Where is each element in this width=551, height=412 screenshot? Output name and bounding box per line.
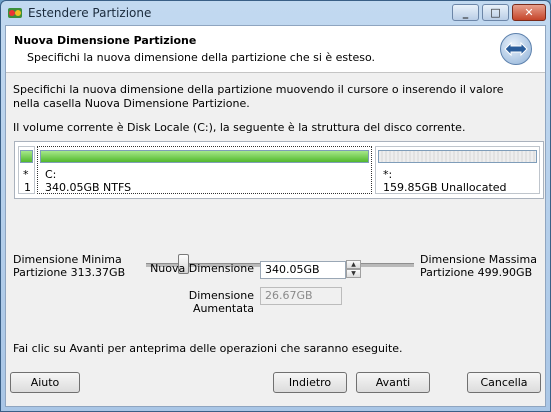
back-button[interactable]: Indietro (273, 372, 347, 393)
max-size-title: Dimensione Massima (420, 253, 537, 266)
new-size-label: Nuova Dimensione (150, 262, 254, 275)
close-icon: ✕ (524, 6, 534, 19)
partition-used-fill (41, 151, 368, 162)
min-size-value: Partizione 313.37GB (13, 266, 126, 279)
window-title: Estendere Partizione (28, 6, 152, 20)
partition-name: *: (383, 168, 393, 181)
partition-info: 340.05GB NTFS (45, 181, 132, 194)
minimize-icon: _ (462, 6, 469, 19)
page-title: Nuova Dimensione Partizione (14, 34, 197, 47)
partition-unallocated[interactable]: *: 159.85GB Unallocated (375, 146, 540, 194)
help-button[interactable]: Aiuto (10, 372, 80, 393)
increased-size-label: Dimensione Aumentata (188, 289, 254, 315)
partition-bar (20, 150, 33, 163)
partition-info: 1 (24, 181, 31, 194)
disk-map: * 1 C: 340.05GB NTFS *: 159.85GB Unalloc… (14, 141, 544, 199)
maximize-button[interactable]: □ (482, 4, 509, 21)
partition-name: C: (45, 168, 57, 181)
max-size-value: Partizione 499.90GB (420, 266, 533, 279)
page-subtitle: Specifichi la nuova dimensione della par… (27, 51, 375, 64)
instructions-text: Specifichi la nuova dimensione della par… (13, 83, 504, 110)
partition-bar (378, 150, 537, 163)
footer-hint: Fai clic su Avanti per anteprima delle o… (13, 342, 403, 355)
partition-hidden[interactable]: * 1 (18, 146, 35, 194)
extend-partition-window: Estendere Partizione _ □ ✕ Nuova Dimensi… (0, 0, 551, 412)
partition-name: * (23, 168, 29, 181)
max-size-label: Dimensione Massima Partizione 499.90GB (420, 253, 537, 279)
wizard-header: Nuova Dimensione Partizione Specifichi l… (6, 26, 545, 73)
partition-bar (40, 150, 369, 163)
app-icon (8, 8, 22, 18)
partition-c[interactable]: C: 340.05GB NTFS (37, 146, 372, 194)
maximize-icon: □ (490, 6, 501, 19)
current-volume-text: Il volume corrente è Disk Locale (C:), l… (13, 121, 466, 134)
title-bar[interactable]: Estendere Partizione _ □ ✕ (1, 1, 550, 25)
minimize-button[interactable]: _ (452, 4, 479, 21)
spin-down-icon[interactable]: ▼ (346, 269, 361, 278)
spin-up-icon[interactable]: ▲ (346, 260, 361, 269)
close-button[interactable]: ✕ (512, 4, 546, 21)
next-button[interactable]: Avanti (356, 372, 430, 393)
dialog-body: Nuova Dimensione Partizione Specifichi l… (5, 25, 546, 407)
new-size-input[interactable]: 340.05GB (260, 261, 346, 279)
min-size-title: Dimensione Minima (13, 253, 122, 266)
partition-info: 159.85GB Unallocated (383, 181, 507, 194)
resize-arrows-icon (500, 33, 532, 65)
min-size-label: Dimensione Minima Partizione 313.37GB (13, 253, 125, 279)
cancel-button[interactable]: Cancella (467, 372, 541, 393)
increased-size-field: 26.67GB (260, 287, 342, 305)
